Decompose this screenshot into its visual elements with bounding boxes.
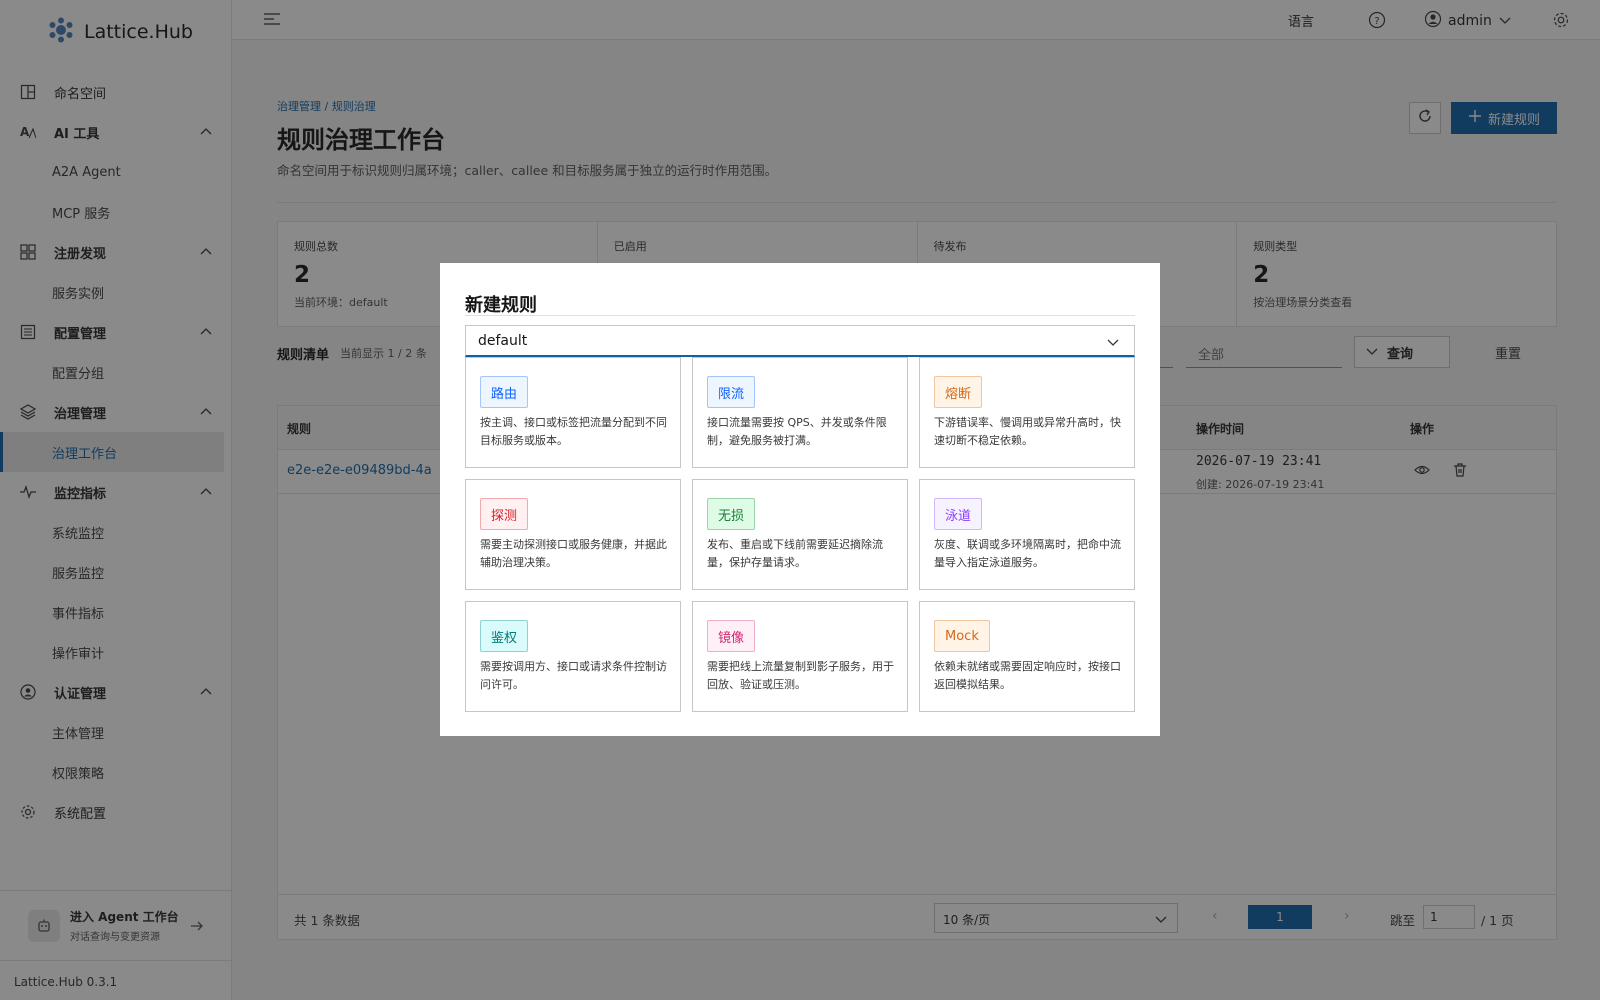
modal-divider xyxy=(465,315,1135,316)
rule-type-tag: Mock xyxy=(934,620,990,652)
rule-type-description: 需要把线上流量复制到影子服务，用于回放、验证或压测。 xyxy=(707,660,894,691)
rule-type-description: 需要主动探测接口或服务健康，并据此辅助治理决策。 xyxy=(480,538,667,569)
rule-type-description: 灰度、联调或多环境隔离时，把命中流量导入指定泳道服务。 xyxy=(934,538,1121,569)
rule-type-tag: 熔断 xyxy=(934,376,983,408)
rule-type-card[interactable]: 路由按主调、接口或标签把流量分配到不同目标服务或版本。 xyxy=(465,357,681,468)
chevron-down-icon xyxy=(1106,336,1120,352)
rule-type-card[interactable]: 鉴权需要按调用方、接口或请求条件控制访问许可。 xyxy=(465,601,681,712)
rule-type-tag: 路由 xyxy=(480,376,529,408)
namespace-value: default xyxy=(478,333,528,349)
rule-type-card[interactable]: Mock 依赖未就绪或需要固定响应时，按接口返回模拟结果。 xyxy=(919,601,1135,712)
rule-type-description: 依赖未就绪或需要固定响应时，按接口返回模拟结果。 xyxy=(934,660,1121,691)
rule-type-description: 发布、重启或下线前需要延迟摘除流量，保护存量请求。 xyxy=(707,538,883,569)
rule-type-cards: 路由 按主调、接口或标签把流量分配到不同目标服务或版本。 限流 接口流量需要按 QPS… xyxy=(465,357,1135,712)
rule-type-tag: 镜像 xyxy=(707,620,756,652)
rule-type-card[interactable]: 无损发布、重启或下线前需要延迟摘除流量，保护存量请求。 xyxy=(692,479,908,590)
rule-type-description: 按主调、接口或标签把流量分配到不同目标服务或版本。 xyxy=(480,416,667,447)
modal-title: 新建规则 xyxy=(465,295,537,316)
rule-type-tag: 探测 xyxy=(480,498,529,530)
rule-type-description: 需要按调用方、接口或请求条件控制访问许可。 xyxy=(480,660,667,691)
rule-type-card[interactable]: 泳道灰度、联调或多环境隔离时，把命中流量导入指定泳道服务。 xyxy=(919,479,1135,590)
rule-type-card[interactable]: 镜像需要把线上流量复制到影子服务，用于回放、验证或压测。 xyxy=(692,601,908,712)
rule-type-description: 接口流量需要按 QPS、并发或条件限制，避免服务被打满。 xyxy=(707,416,887,447)
rule-type-tag: 限流 xyxy=(707,376,756,408)
rule-type-card[interactable]: 熔断下游错误率、慢调用或异常升高时，快速切断不稳定依赖。 xyxy=(919,357,1135,468)
rule-type-tag: 鉴权 xyxy=(480,620,529,652)
new-rule-modal: 新建规则 default 路由按主调、接口或标签把流量分配到不同目标服务或版本。… xyxy=(440,263,1160,736)
rule-type-tag: 无损 xyxy=(707,498,756,530)
rule-type-card[interactable]: 限流接口流量需要按 QPS、并发或条件限制，避免服务被打满。 xyxy=(692,357,908,468)
rule-type-description: 下游错误率、慢调用或异常升高时，快速切断不稳定依赖。 xyxy=(934,416,1121,447)
namespace-select[interactable]: default xyxy=(465,325,1135,357)
rule-type-card[interactable]: 探测需要主动探测接口或服务健康，并据此辅助治理决策。 xyxy=(465,479,681,590)
rule-type-tag: 泳道 xyxy=(934,498,983,530)
